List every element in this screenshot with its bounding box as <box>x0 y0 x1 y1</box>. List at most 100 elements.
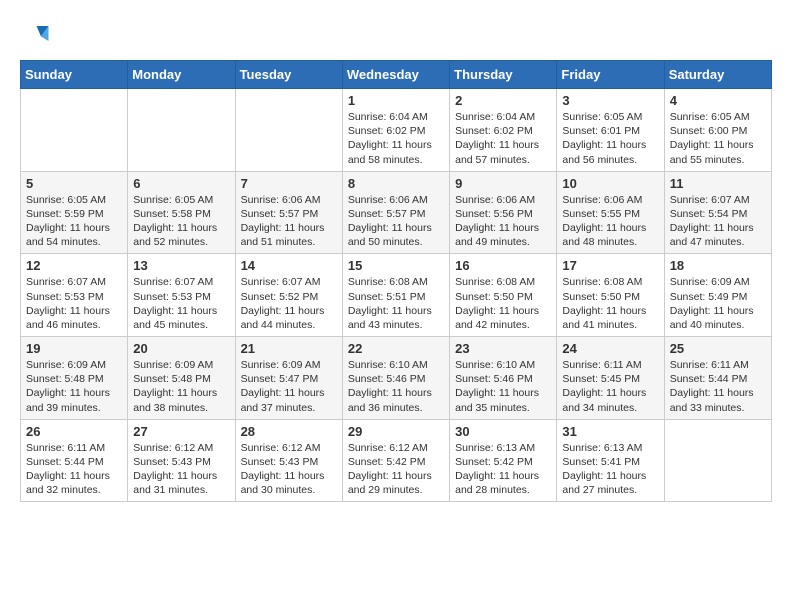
calendar-cell: 2Sunrise: 6:04 AMSunset: 6:02 PMDaylight… <box>450 89 557 172</box>
weekday-header-tuesday: Tuesday <box>235 61 342 89</box>
day-content: Sunrise: 6:06 AMSunset: 5:55 PMDaylight:… <box>562 193 658 250</box>
calendar-cell: 16 Sunrise: 6:08 AMSunset: 5:50 PMDayligh… <box>450 254 557 337</box>
day-content: Sunrise: 6:08 AMSunset: 5:50 PMDaylight:… <box>562 275 658 332</box>
day-content: Sunrise: 6:10 AMSunset: 5:46 PMDaylight:… <box>348 358 444 415</box>
calendar-cell: 11 Sunrise: 6:07 AMSunset: 5:54 PMDayligh… <box>664 171 771 254</box>
day-content: Sunrise: 6:09 AMSunset: 5:48 PMDaylight:… <box>26 358 122 415</box>
day-number: 28 <box>241 424 337 439</box>
calendar-cell: 24 Sunrise: 6:11 AMSunset: 5:45 PMDayligh… <box>557 337 664 420</box>
weekday-header-wednesday: Wednesday <box>342 61 449 89</box>
calendar-cell: 22Sunrise: 6:10 AMSunset: 5:46 PMDayligh… <box>342 337 449 420</box>
day-number: 18 <box>670 258 766 273</box>
day-content: Sunrise: 6:11 AMSunset: 5:45 PMDaylight:… <box>562 358 658 415</box>
day-content: Sunrise: 6:12 AMSunset: 5:43 PMDaylight:… <box>133 441 229 498</box>
calendar-cell: 29 Sunrise: 6:12 AMSunset: 5:42 PMDayligh… <box>342 419 449 502</box>
week-row-4: 19 Sunrise: 6:09 AMSunset: 5:48 PMDayligh… <box>21 337 772 420</box>
calendar-cell: 14 Sunrise: 6:07 AMSunset: 5:52 PMDayligh… <box>235 254 342 337</box>
day-content: Sunrise: 6:04 AMSunset: 6:02 PMDaylight:… <box>348 110 444 167</box>
calendar-cell: 7Sunrise: 6:06 AMSunset: 5:57 PMDaylight… <box>235 171 342 254</box>
day-content: Sunrise: 6:05 AMSunset: 5:59 PMDaylight:… <box>26 193 122 250</box>
day-content: Sunrise: 6:09 AMSunset: 5:49 PMDaylight:… <box>670 275 766 332</box>
day-content: Sunrise: 6:12 AMSunset: 5:42 PMDaylight:… <box>348 441 444 498</box>
day-number: 11 <box>670 176 766 191</box>
day-number: 17 <box>562 258 658 273</box>
day-number: 1 <box>348 93 444 108</box>
day-number: 12 <box>26 258 122 273</box>
weekday-header-monday: Monday <box>128 61 235 89</box>
calendar-cell <box>21 89 128 172</box>
day-content: Sunrise: 6:09 AMSunset: 5:48 PMDaylight:… <box>133 358 229 415</box>
day-number: 31 <box>562 424 658 439</box>
calendar-cell: 31 Sunrise: 6:13 AMSunset: 5:41 PMDayligh… <box>557 419 664 502</box>
calendar-cell: 27 Sunrise: 6:12 AMSunset: 5:43 PMDayligh… <box>128 419 235 502</box>
day-content: Sunrise: 6:07 AMSunset: 5:53 PMDaylight:… <box>133 275 229 332</box>
day-number: 4 <box>670 93 766 108</box>
day-number: 20 <box>133 341 229 356</box>
calendar-cell: 20 Sunrise: 6:09 AMSunset: 5:48 PMDayligh… <box>128 337 235 420</box>
calendar-cell: 10 Sunrise: 6:06 AMSunset: 5:55 PMDayligh… <box>557 171 664 254</box>
weekday-header-row: SundayMondayTuesdayWednesdayThursdayFrid… <box>21 61 772 89</box>
day-number: 24 <box>562 341 658 356</box>
logo <box>20 20 52 50</box>
calendar-cell: 13 Sunrise: 6:07 AMSunset: 5:53 PMDayligh… <box>128 254 235 337</box>
day-content: Sunrise: 6:07 AMSunset: 5:52 PMDaylight:… <box>241 275 337 332</box>
day-number: 13 <box>133 258 229 273</box>
day-content: Sunrise: 6:05 AMSunset: 5:58 PMDaylight:… <box>133 193 229 250</box>
calendar-cell: 4 Sunrise: 6:05 AMSunset: 6:00 PMDaylight… <box>664 89 771 172</box>
calendar-cell <box>128 89 235 172</box>
day-content: Sunrise: 6:12 AMSunset: 5:43 PMDaylight:… <box>241 441 337 498</box>
weekday-header-sunday: Sunday <box>21 61 128 89</box>
calendar-cell: 17 Sunrise: 6:08 AMSunset: 5:50 PMDayligh… <box>557 254 664 337</box>
calendar-cell: 21 Sunrise: 6:09 AMSunset: 5:47 PMDayligh… <box>235 337 342 420</box>
calendar-cell: 12 Sunrise: 6:07 AMSunset: 5:53 PMDayligh… <box>21 254 128 337</box>
day-content: Sunrise: 6:04 AMSunset: 6:02 PMDaylight:… <box>455 110 551 167</box>
day-number: 15 <box>348 258 444 273</box>
calendar-cell <box>664 419 771 502</box>
day-content: Sunrise: 6:06 AMSunset: 5:57 PMDaylight:… <box>348 193 444 250</box>
day-content: Sunrise: 6:06 AMSunset: 5:56 PMDaylight:… <box>455 193 551 250</box>
day-content: Sunrise: 6:11 AMSunset: 5:44 PMDaylight:… <box>670 358 766 415</box>
calendar-cell: 19 Sunrise: 6:09 AMSunset: 5:48 PMDayligh… <box>21 337 128 420</box>
day-number: 19 <box>26 341 122 356</box>
logo-icon <box>20 20 50 50</box>
calendar-cell: 6 Sunrise: 6:05 AMSunset: 5:58 PMDaylight… <box>128 171 235 254</box>
weekday-header-saturday: Saturday <box>664 61 771 89</box>
day-number: 29 <box>348 424 444 439</box>
day-content: Sunrise: 6:10 AMSunset: 5:46 PMDaylight:… <box>455 358 551 415</box>
day-content: Sunrise: 6:06 AMSunset: 5:57 PMDaylight:… <box>241 193 337 250</box>
day-number: 3 <box>562 93 658 108</box>
calendar-cell: 8Sunrise: 6:06 AMSunset: 5:57 PMDaylight… <box>342 171 449 254</box>
calendar-table: SundayMondayTuesdayWednesdayThursdayFrid… <box>20 60 772 502</box>
day-content: Sunrise: 6:05 AMSunset: 6:00 PMDaylight:… <box>670 110 766 167</box>
weekday-header-friday: Friday <box>557 61 664 89</box>
calendar-cell: 28 Sunrise: 6:12 AMSunset: 5:43 PMDayligh… <box>235 419 342 502</box>
day-content: Sunrise: 6:08 AMSunset: 5:51 PMDaylight:… <box>348 275 444 332</box>
day-content: Sunrise: 6:07 AMSunset: 5:54 PMDaylight:… <box>670 193 766 250</box>
calendar-cell: 18 Sunrise: 6:09 AMSunset: 5:49 PMDayligh… <box>664 254 771 337</box>
calendar-cell: 25 Sunrise: 6:11 AMSunset: 5:44 PMDayligh… <box>664 337 771 420</box>
day-number: 23 <box>455 341 551 356</box>
day-content: Sunrise: 6:09 AMSunset: 5:47 PMDaylight:… <box>241 358 337 415</box>
day-content: Sunrise: 6:13 AMSunset: 5:41 PMDaylight:… <box>562 441 658 498</box>
day-content: Sunrise: 6:07 AMSunset: 5:53 PMDaylight:… <box>26 275 122 332</box>
day-content: Sunrise: 6:08 AMSunset: 5:50 PMDaylight:… <box>455 275 551 332</box>
day-content: Sunrise: 6:05 AMSunset: 6:01 PMDaylight:… <box>562 110 658 167</box>
day-number: 10 <box>562 176 658 191</box>
week-row-5: 26 Sunrise: 6:11 AMSunset: 5:44 PMDayligh… <box>21 419 772 502</box>
week-row-1: 1 Sunrise: 6:04 AMSunset: 6:02 PMDaylight… <box>21 89 772 172</box>
day-number: 26 <box>26 424 122 439</box>
day-number: 25 <box>670 341 766 356</box>
week-row-3: 12 Sunrise: 6:07 AMSunset: 5:53 PMDayligh… <box>21 254 772 337</box>
calendar-cell: 1 Sunrise: 6:04 AMSunset: 6:02 PMDaylight… <box>342 89 449 172</box>
week-row-2: 5Sunrise: 6:05 AMSunset: 5:59 PMDaylight… <box>21 171 772 254</box>
calendar-cell: 23 Sunrise: 6:10 AMSunset: 5:46 PMDayligh… <box>450 337 557 420</box>
calendar-cell: 15 Sunrise: 6:08 AMSunset: 5:51 PMDayligh… <box>342 254 449 337</box>
day-number: 21 <box>241 341 337 356</box>
day-content: Sunrise: 6:11 AMSunset: 5:44 PMDaylight:… <box>26 441 122 498</box>
day-number: 6 <box>133 176 229 191</box>
day-number: 14 <box>241 258 337 273</box>
weekday-header-thursday: Thursday <box>450 61 557 89</box>
day-number: 30 <box>455 424 551 439</box>
day-number: 16 <box>455 258 551 273</box>
day-number: 27 <box>133 424 229 439</box>
